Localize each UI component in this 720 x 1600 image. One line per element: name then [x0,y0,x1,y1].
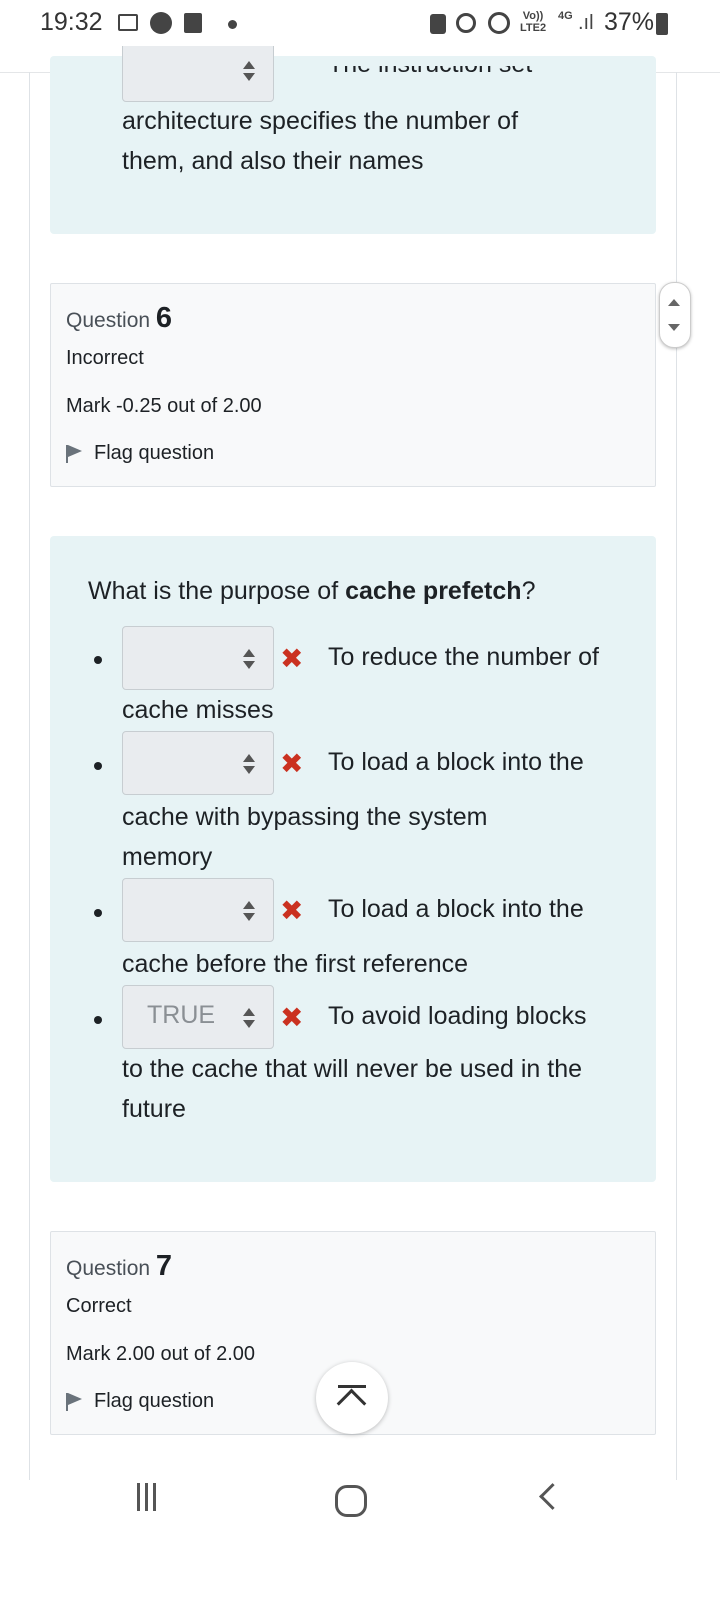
select-arrows-icon [243,754,255,774]
doc-icon [184,13,202,33]
answer-text-line: To avoid loading blocks [328,1002,587,1030]
answer-select[interactable] [122,731,274,795]
back-to-top-button[interactable] [316,1362,388,1434]
answer-text-line: memory [122,843,213,871]
chevron-up-icon[interactable] [668,299,680,306]
question-state: Correct [66,1295,132,1317]
answer-select[interactable] [122,626,274,690]
bullet [94,1016,102,1024]
page-border-left [29,72,30,1480]
answer-text-line: to the cache that will never be used in … [122,1055,583,1083]
question-info-6: Question 6 Incorrect Mark -0.25 out of 2… [50,283,656,487]
bullet [94,656,102,664]
incorrect-icon: ✖ [280,748,304,779]
select-arrows-icon [243,1008,255,1028]
answer-select[interactable] [122,878,274,942]
hotspot-icon [488,12,510,34]
question-state: Incorrect [66,347,144,369]
question-mark: Mark 2.00 out of 2.00 [66,1343,256,1365]
incorrect-icon: ✖ [280,643,304,674]
answer-text-line: To reduce the number of [328,643,599,671]
answer-text-line: cache before the first reference [122,950,469,978]
answer-text-line: cache with bypassing the system [122,803,488,831]
chevron-up-icon [336,1388,367,1419]
bullet [94,909,102,917]
volte-indicator: Vo)) LTE2 [520,10,547,34]
answer-text-line: To load a block into the [328,748,584,776]
clock: 19:32 [40,8,103,36]
network-type: 4G [558,10,573,22]
select-arrows-icon [243,61,255,81]
answer-text-line: them, and also their names [122,147,424,175]
chevron-down-icon[interactable] [668,324,680,331]
recent-apps-button[interactable] [137,1483,167,1511]
flag-icon [66,445,84,463]
alarm-icon [456,13,476,33]
back-to-top-icon [338,1385,366,1388]
answer-text-line: cache misses [122,696,274,724]
select-arrows-icon [243,649,255,669]
messenger-icon [150,12,172,34]
battery-icon [656,13,668,35]
flag-question-link[interactable]: Flag question [66,1390,214,1413]
incorrect-icon: ✖ [280,1002,304,1033]
answer-select[interactable] [122,38,274,102]
home-button[interactable] [335,1485,367,1517]
question-number: Question 6 [66,302,173,334]
dot-icon [228,20,237,29]
answer-select[interactable]: TRUE [122,985,274,1049]
answer-text-line: To load a block into the [328,895,584,923]
flag-question-link[interactable]: Flag question [66,442,214,465]
question-mark: Mark -0.25 out of 2.00 [66,395,262,417]
flag-icon [66,1393,84,1411]
battery-percent: 37% [604,8,655,36]
side-scroll-control[interactable] [659,282,691,348]
signal-icon: .ıl [578,12,594,34]
status-bar: 19:32 Vo)) LTE2 4G .ıl 37% [0,0,720,46]
select-arrows-icon [243,901,255,921]
question-prompt: What is the purpose of cache prefetch? [88,577,536,605]
bullet [94,762,102,770]
image-icon [118,14,138,31]
answer-text-line: future [122,1095,186,1123]
answer-text-line: architecture specifies the number of [122,107,519,135]
lock-icon [430,14,446,34]
incorrect-icon: ✖ [280,895,304,926]
question-number: Question 7 [66,1250,173,1282]
